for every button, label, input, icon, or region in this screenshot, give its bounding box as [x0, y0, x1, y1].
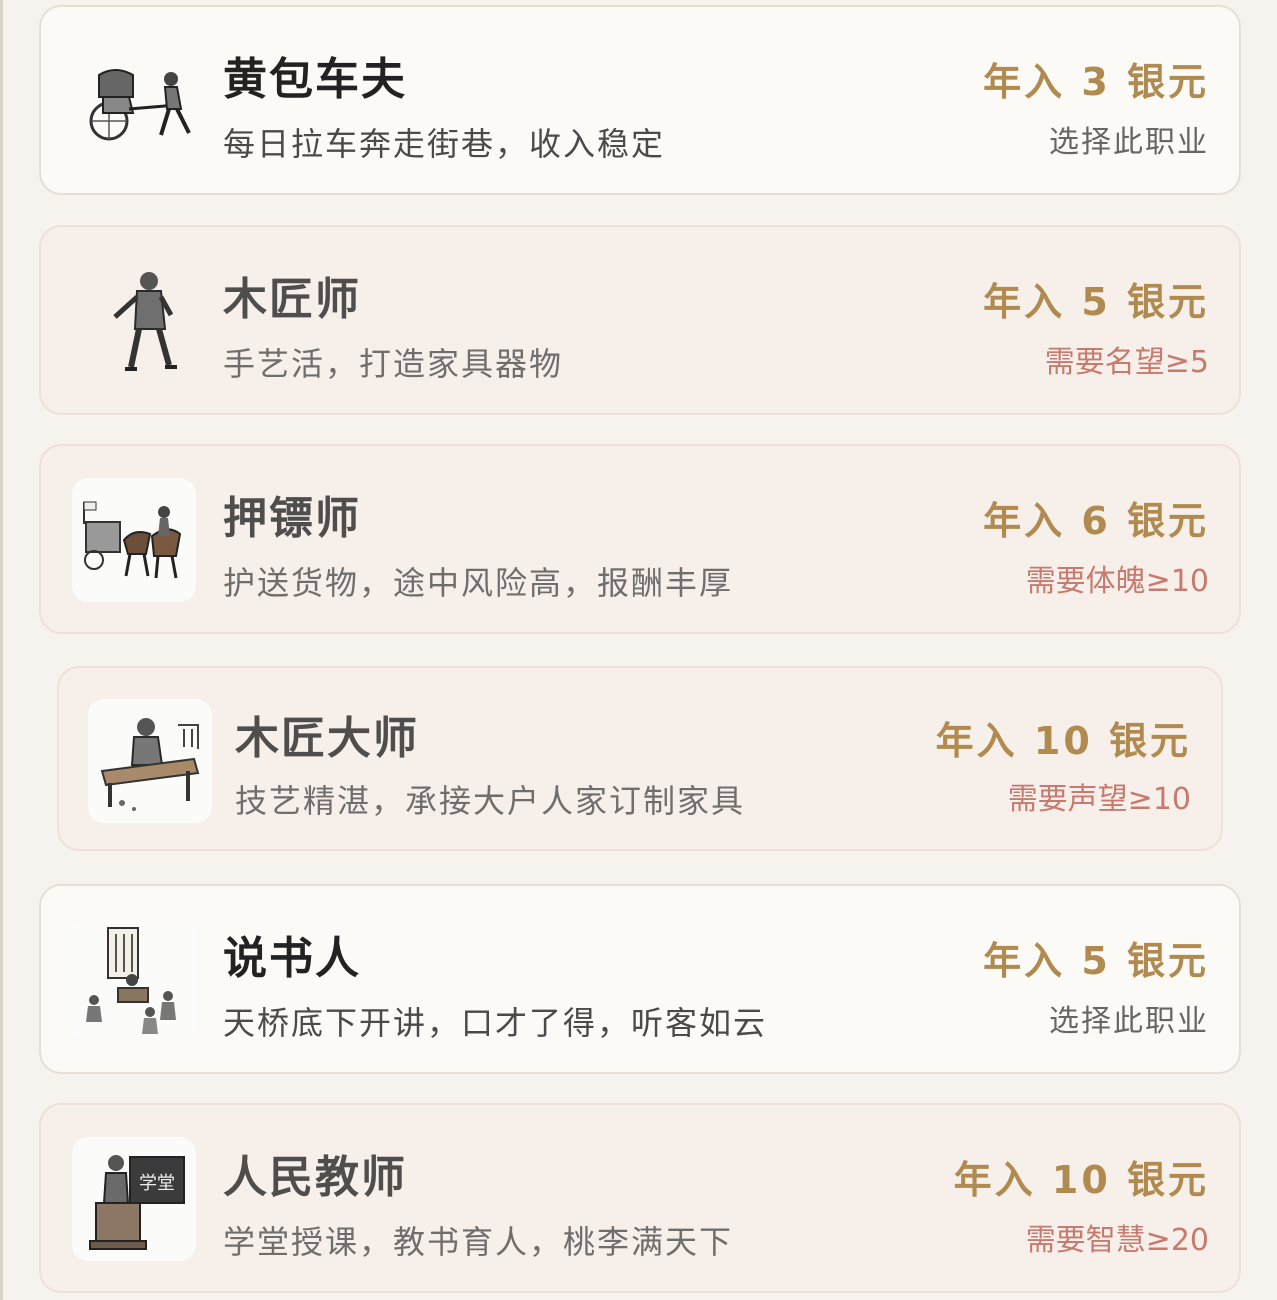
- job-title: 说书人: [223, 933, 361, 984]
- job-requirement: 需要智慧≥20: [1025, 1223, 1209, 1258]
- select-job-button[interactable]: 选择此职业: [1049, 996, 1209, 1040]
- job-card-carpenter[interactable]: 木匠师 手艺活，打造家具器物 年入 5 银元 需要名望≥5: [39, 225, 1241, 415]
- job-description: 手艺活，打造家具器物: [223, 345, 564, 383]
- job-requirement: 需要声望≥10: [1007, 782, 1191, 817]
- teacher-icon: 学堂: [72, 1137, 196, 1261]
- job-description: 护送货物，途中风险高，报酬丰厚: [223, 564, 734, 602]
- job-income: 年入 5 银元: [983, 939, 1209, 983]
- job-card-master-carpenter[interactable]: 木匠大师 技艺精湛，承接大户人家订制家具 年入 10 银元 需要声望≥10: [57, 666, 1223, 851]
- job-card-rickshaw[interactable]: 黄包车夫 每日拉车奔走街巷，收入稳定 年入 3 银元 选择此职业: [39, 5, 1241, 195]
- rickshaw-puller-icon: [85, 39, 209, 163]
- screen-edge: [0, 0, 3, 1300]
- job-description: 技艺精湛，承接大户人家订制家具: [235, 782, 746, 820]
- job-requirement: 需要名望≥5: [1044, 345, 1209, 380]
- job-card-escort[interactable]: 押镖师 护送货物，途中风险高，报酬丰厚 年入 6 银元 需要体魄≥10: [39, 444, 1241, 634]
- escort-caravan-icon: [72, 478, 196, 602]
- select-job-button[interactable]: 选择此职业: [1049, 117, 1209, 161]
- master-carpenter-icon: [88, 699, 212, 823]
- job-card-teacher[interactable]: 学堂 人民教师 学堂授课，教书育人，桃李满天下 年入 10 银元 需要智慧≥20: [39, 1103, 1241, 1293]
- job-title: 木匠师: [223, 274, 361, 325]
- job-income: 年入 6 银元: [983, 499, 1209, 543]
- job-income: 年入 3 银元: [983, 60, 1209, 104]
- job-requirement: 需要体魄≥10: [1025, 564, 1209, 599]
- job-income: 年入 10 银元: [953, 1158, 1209, 1202]
- blackboard-text: 学堂: [139, 1173, 175, 1194]
- job-description: 每日拉车奔走街巷，收入稳定: [223, 125, 666, 163]
- job-description: 天桥底下开讲，口才了得，听客如云: [223, 1004, 768, 1042]
- job-income: 年入 5 银元: [983, 280, 1209, 324]
- storyteller-icon: [72, 918, 196, 1042]
- carpenter-icon: [85, 259, 209, 383]
- job-card-storyteller[interactable]: 说书人 天桥底下开讲，口才了得，听客如云 年入 5 银元 选择此职业: [39, 884, 1241, 1074]
- job-title: 押镖师: [223, 493, 361, 544]
- job-title: 木匠大师: [235, 713, 419, 764]
- job-title: 黄包车夫: [223, 54, 407, 105]
- job-income: 年入 10 银元: [935, 719, 1191, 763]
- job-title: 人民教师: [223, 1152, 407, 1203]
- job-description: 学堂授课，教书育人，桃李满天下: [223, 1223, 734, 1261]
